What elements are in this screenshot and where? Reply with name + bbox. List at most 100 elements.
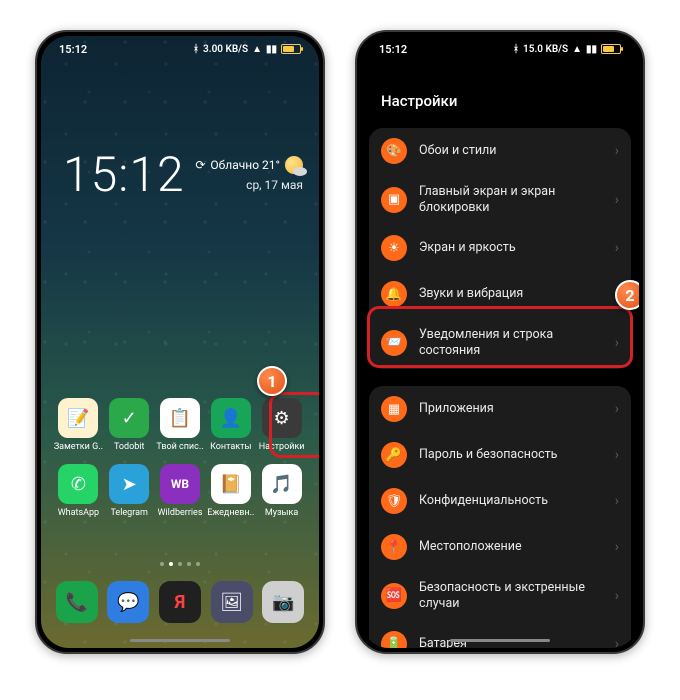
- phone-settings: 15:12 ᚼ 15.0 KB/S ▲ ▮▮ Настройки 🎨 Обои …: [355, 30, 645, 654]
- list-label: Уведомления и строка состояния: [419, 327, 603, 358]
- app-settings[interactable]: ⚙ Настройки: [256, 398, 307, 452]
- shield-icon: 🛡: [381, 488, 407, 514]
- chevron-right-icon: ›: [615, 240, 619, 256]
- weather-refresh-icon: ⟳: [195, 158, 205, 172]
- home-indicator[interactable]: [450, 639, 550, 642]
- signal-icon: ▮▮: [586, 44, 597, 55]
- weather-icon: [285, 156, 303, 174]
- app-icon: ✓: [109, 398, 149, 438]
- status-time: 15:12: [379, 43, 407, 56]
- list-label: Приложения: [419, 401, 603, 417]
- app-icon: 📔: [211, 464, 251, 504]
- app-yourlist[interactable]: 📋 Твой спис..: [155, 398, 206, 452]
- home-indicator[interactable]: [130, 639, 230, 642]
- notification-icon: 📨: [381, 330, 407, 356]
- app-music[interactable]: 🎵Музыка: [256, 464, 307, 518]
- app-todobit[interactable]: ✓Todobit: [104, 398, 155, 452]
- chevron-right-icon: ›: [615, 447, 619, 463]
- app-icon: 📝: [58, 398, 98, 438]
- location-icon: 📍: [381, 534, 407, 560]
- chevron-right-icon: ›: [615, 636, 619, 648]
- app-contacts[interactable]: 👤 Контакты: [205, 398, 256, 452]
- weather-text: Облачно 21°: [210, 158, 280, 172]
- list-label: Главный экран и экран блокировки: [419, 184, 603, 215]
- home-icon: ▣: [381, 187, 407, 213]
- chevron-right-icon: ›: [615, 143, 619, 159]
- app-whatsapp[interactable]: ✆ WhatsApp: [53, 464, 104, 518]
- settings-item-wallpaper[interactable]: 🎨 Обои и стили ›: [369, 128, 631, 174]
- bell-icon: 🔔: [381, 281, 407, 307]
- dock-camera[interactable]: 📷: [262, 581, 304, 623]
- dock-phone[interactable]: 📞: [56, 581, 98, 623]
- phone-homescreen: 15:12 ᚼ 3.00 KB/S ▲ ▮▮ 15:12 ⟳ Облачно 2…: [35, 30, 325, 654]
- battery-icon: [601, 44, 621, 54]
- app-icon: 📋: [160, 398, 200, 438]
- list-label: Безопасность и экстренные случаи: [419, 580, 603, 611]
- signal-icon: ▮▮: [266, 44, 277, 55]
- page-title: Настройки: [381, 92, 457, 110]
- app-daily[interactable]: 📔 Ежедневн..: [205, 464, 256, 518]
- status-icons: ᚼ 15.0 KB/S ▲ ▮▮: [513, 44, 621, 55]
- chevron-right-icon: ›: [615, 335, 619, 351]
- dock: 📞 💬 Я 🖼 📷: [51, 574, 309, 630]
- battery-icon: 🔋: [381, 631, 407, 648]
- settings-item-sound[interactable]: 🔔 Звуки и вибрация ›: [369, 271, 631, 317]
- settings-group-system: ▦ Приложения › 🔑 Пароль и безопасность ›…: [369, 386, 631, 648]
- settings-item-emergency[interactable]: 🆘 Безопасность и экстренные случаи ›: [369, 570, 631, 621]
- list-label: Звуки и вибрация: [419, 286, 603, 302]
- homescreen-date: ср, 17 мая: [195, 178, 303, 192]
- app-grid: 📝 Заметки G.. ✓Todobit 📋 Твой спис.. 👤 Конт…: [41, 398, 319, 518]
- apps-icon: ▦: [381, 396, 407, 422]
- app-icon: ✆: [58, 464, 98, 504]
- settings-item-battery[interactable]: 🔋 Батарея ›: [369, 621, 631, 648]
- app-label: Telegram: [111, 508, 148, 518]
- homescreen-clock[interactable]: 15:12: [63, 146, 185, 203]
- app-label: Музыка: [265, 508, 298, 518]
- app-label: Заметки G..: [54, 442, 103, 452]
- dock-yandex[interactable]: Я: [159, 581, 201, 623]
- app-label: Контакты: [210, 442, 251, 452]
- net-speed: 3.00 KB/S: [203, 44, 248, 55]
- status-bar: 15:12 ᚼ 15.0 KB/S ▲ ▮▮: [361, 36, 639, 62]
- status-bar: 15:12 ᚼ 3.00 KB/S ▲ ▮▮: [41, 36, 319, 62]
- status-time: 15:12: [59, 43, 87, 56]
- settings-item-location[interactable]: 📍 Местоположение ›: [369, 524, 631, 570]
- list-label: Экран и яркость: [419, 240, 603, 256]
- gear-icon: ⚙: [262, 398, 302, 438]
- app-icon: WB: [160, 464, 200, 504]
- app-notes[interactable]: 📝 Заметки G..: [53, 398, 104, 452]
- weather-widget[interactable]: ⟳ Облачно 21° ср, 17 мая: [195, 156, 303, 192]
- app-icon: 👤: [211, 398, 251, 438]
- battery-icon: [281, 44, 301, 54]
- settings-group-display: 🎨 Обои и стили › ▣ Главный экран и экран…: [369, 128, 631, 369]
- bluetooth-icon: ᚼ: [513, 44, 519, 55]
- app-label: Твой спис..: [156, 442, 203, 452]
- chevron-right-icon: ›: [615, 588, 619, 604]
- chevron-right-icon: ›: [615, 192, 619, 208]
- callout-marker-2: 2: [615, 280, 639, 310]
- chevron-right-icon: ›: [615, 401, 619, 417]
- app-label: Ежедневн..: [207, 508, 254, 518]
- settings-item-homescreen[interactable]: ▣ Главный экран и экран блокировки ›: [369, 174, 631, 225]
- app-telegram[interactable]: ➤Telegram: [104, 464, 155, 518]
- wallpaper: [41, 36, 319, 648]
- brightness-icon: ☀: [381, 235, 407, 261]
- page-indicator: [41, 562, 319, 566]
- emergency-icon: 🆘: [381, 583, 407, 609]
- app-wildberries[interactable]: WBWildberries: [155, 464, 206, 518]
- net-speed: 15.0 KB/S: [523, 44, 568, 55]
- key-icon: 🔑: [381, 442, 407, 468]
- chevron-right-icon: ›: [615, 493, 619, 509]
- callout-marker-1: 1: [257, 366, 287, 396]
- bluetooth-icon: ᚼ: [193, 44, 199, 55]
- app-label: WhatsApp: [58, 508, 99, 518]
- settings-item-privacy[interactable]: 🛡 Конфиденциальность ›: [369, 478, 631, 524]
- dock-gallery[interactable]: 🖼: [211, 581, 253, 623]
- settings-item-password[interactable]: 🔑 Пароль и безопасность ›: [369, 432, 631, 478]
- app-label: Настройки: [259, 442, 305, 452]
- settings-item-apps[interactable]: ▦ Приложения ›: [369, 386, 631, 432]
- dock-messages[interactable]: 💬: [107, 581, 149, 623]
- settings-item-notifications[interactable]: 📨 Уведомления и строка состояния ›: [369, 317, 631, 368]
- list-label: Конфиденциальность: [419, 493, 603, 509]
- settings-item-display[interactable]: ☀ Экран и яркость ›: [369, 225, 631, 271]
